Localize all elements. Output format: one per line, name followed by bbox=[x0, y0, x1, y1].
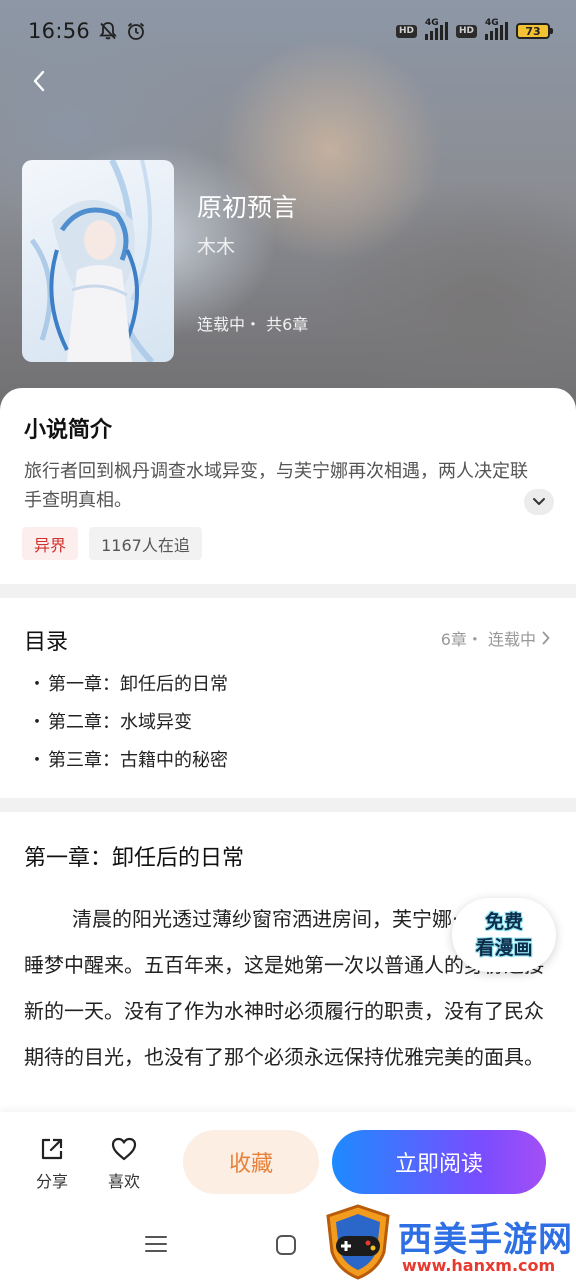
chapter-bullet: ・ bbox=[28, 712, 46, 733]
section-divider bbox=[0, 798, 576, 812]
intro-card: 小说简介 旅行者回到枫丹调查水域异变，与芙宁娜再次相遇，两人决定联手查明真相。 … bbox=[0, 388, 576, 584]
genre-tag[interactable]: 异界 bbox=[22, 527, 78, 560]
bottom-action-bar: 分享 喜欢 收藏 立即阅读 bbox=[0, 1112, 576, 1210]
watermark-title: 西美手游网 bbox=[398, 1220, 573, 1260]
back-button[interactable] bbox=[24, 66, 54, 96]
status-bar: 16:56 HD 4G HD 4G 73 bbox=[0, 0, 576, 62]
catalog-meta-text: 6章・ 连载中 bbox=[440, 630, 536, 649]
book-cover[interactable] bbox=[22, 160, 174, 362]
menu-nav-button[interactable] bbox=[144, 1234, 168, 1258]
cover-illustration bbox=[29, 160, 155, 362]
watermark-url: www.hanxm.com bbox=[402, 1256, 556, 1275]
network-label-2: 4G bbox=[485, 18, 499, 28]
back-arrow-icon bbox=[33, 70, 45, 92]
heart-icon bbox=[111, 1137, 137, 1161]
catalog-heading: 目录 bbox=[24, 630, 69, 655]
intro-heading: 小说简介 bbox=[24, 418, 113, 443]
chevron-right-icon bbox=[542, 631, 550, 645]
hd-badge: HD bbox=[395, 24, 417, 38]
gamepad-shield-logo bbox=[326, 1204, 390, 1280]
home-icon bbox=[276, 1235, 296, 1255]
status-indicators: HD 4G HD 4G 73 bbox=[395, 18, 553, 40]
battery-indicator: 73 bbox=[516, 23, 553, 39]
share-icon bbox=[41, 1138, 63, 1160]
mute-bell-icon bbox=[98, 21, 118, 41]
promo-line-2: 看漫画 bbox=[475, 937, 533, 959]
signal-icon: 4G bbox=[424, 18, 448, 40]
alarm-icon bbox=[126, 21, 146, 41]
home-nav-button[interactable] bbox=[274, 1234, 298, 1260]
chapter-item[interactable]: ・ 第一章：卸任后的日常 bbox=[28, 670, 228, 696]
chapter-title: 第三章：古籍中的秘密 bbox=[48, 750, 228, 771]
chevron-down-icon bbox=[533, 498, 545, 505]
read-now-button[interactable]: 立即阅读 bbox=[332, 1130, 546, 1194]
chapter-title: 第二章：水域异变 bbox=[48, 712, 192, 733]
chapter-preview-title: 第一章：卸任后的日常 bbox=[24, 846, 245, 871]
like-label: 喜欢 bbox=[107, 1172, 140, 1191]
chapter-bullet: ・ bbox=[28, 750, 46, 771]
collect-button[interactable]: 收藏 bbox=[183, 1130, 319, 1194]
status-time: 16:56 bbox=[28, 19, 91, 43]
book-author[interactable]: 木木 bbox=[197, 232, 235, 259]
followers-tag: 1167人在追 bbox=[89, 527, 202, 560]
chapter-bullet: ・ bbox=[28, 674, 46, 695]
chapter-item[interactable]: ・ 第二章：水域异变 bbox=[28, 708, 192, 734]
like-button[interactable]: 喜欢 bbox=[94, 1136, 154, 1192]
intro-text: 旅行者回到枫丹调查水域异变，与芙宁娜再次相遇，两人决定联手查明真相。 bbox=[24, 461, 528, 511]
promo-line-1: 免费 bbox=[484, 911, 523, 933]
network-label: 4G bbox=[424, 18, 439, 28]
share-label: 分享 bbox=[35, 1172, 68, 1191]
book-status: 连载中・ 共6章 bbox=[197, 315, 309, 334]
section-divider bbox=[0, 584, 576, 598]
expand-intro-button[interactable] bbox=[524, 489, 554, 515]
catalog-section: 目录 6章・ 连载中 ・ 第一章：卸任后的日常 ・ 第二章：水域异变 ・ 第三章… bbox=[0, 598, 576, 798]
chapter-item[interactable]: ・ 第三章：古籍中的秘密 bbox=[28, 746, 228, 772]
catalog-link[interactable]: 6章・ 连载中 bbox=[441, 626, 550, 650]
menu-icon bbox=[145, 1236, 167, 1252]
signal-icon-2: 4G bbox=[485, 18, 508, 40]
chapter-title: 第一章：卸任后的日常 bbox=[48, 674, 228, 695]
site-watermark: 西美手游网 www.hanxm.com bbox=[322, 1204, 576, 1280]
share-button[interactable]: 分享 bbox=[22, 1136, 82, 1192]
book-title: 原初预言 bbox=[197, 193, 298, 222]
hd-badge-2: HD bbox=[455, 24, 477, 38]
free-comic-promo-button[interactable]: 免费 看漫画 bbox=[452, 898, 556, 972]
